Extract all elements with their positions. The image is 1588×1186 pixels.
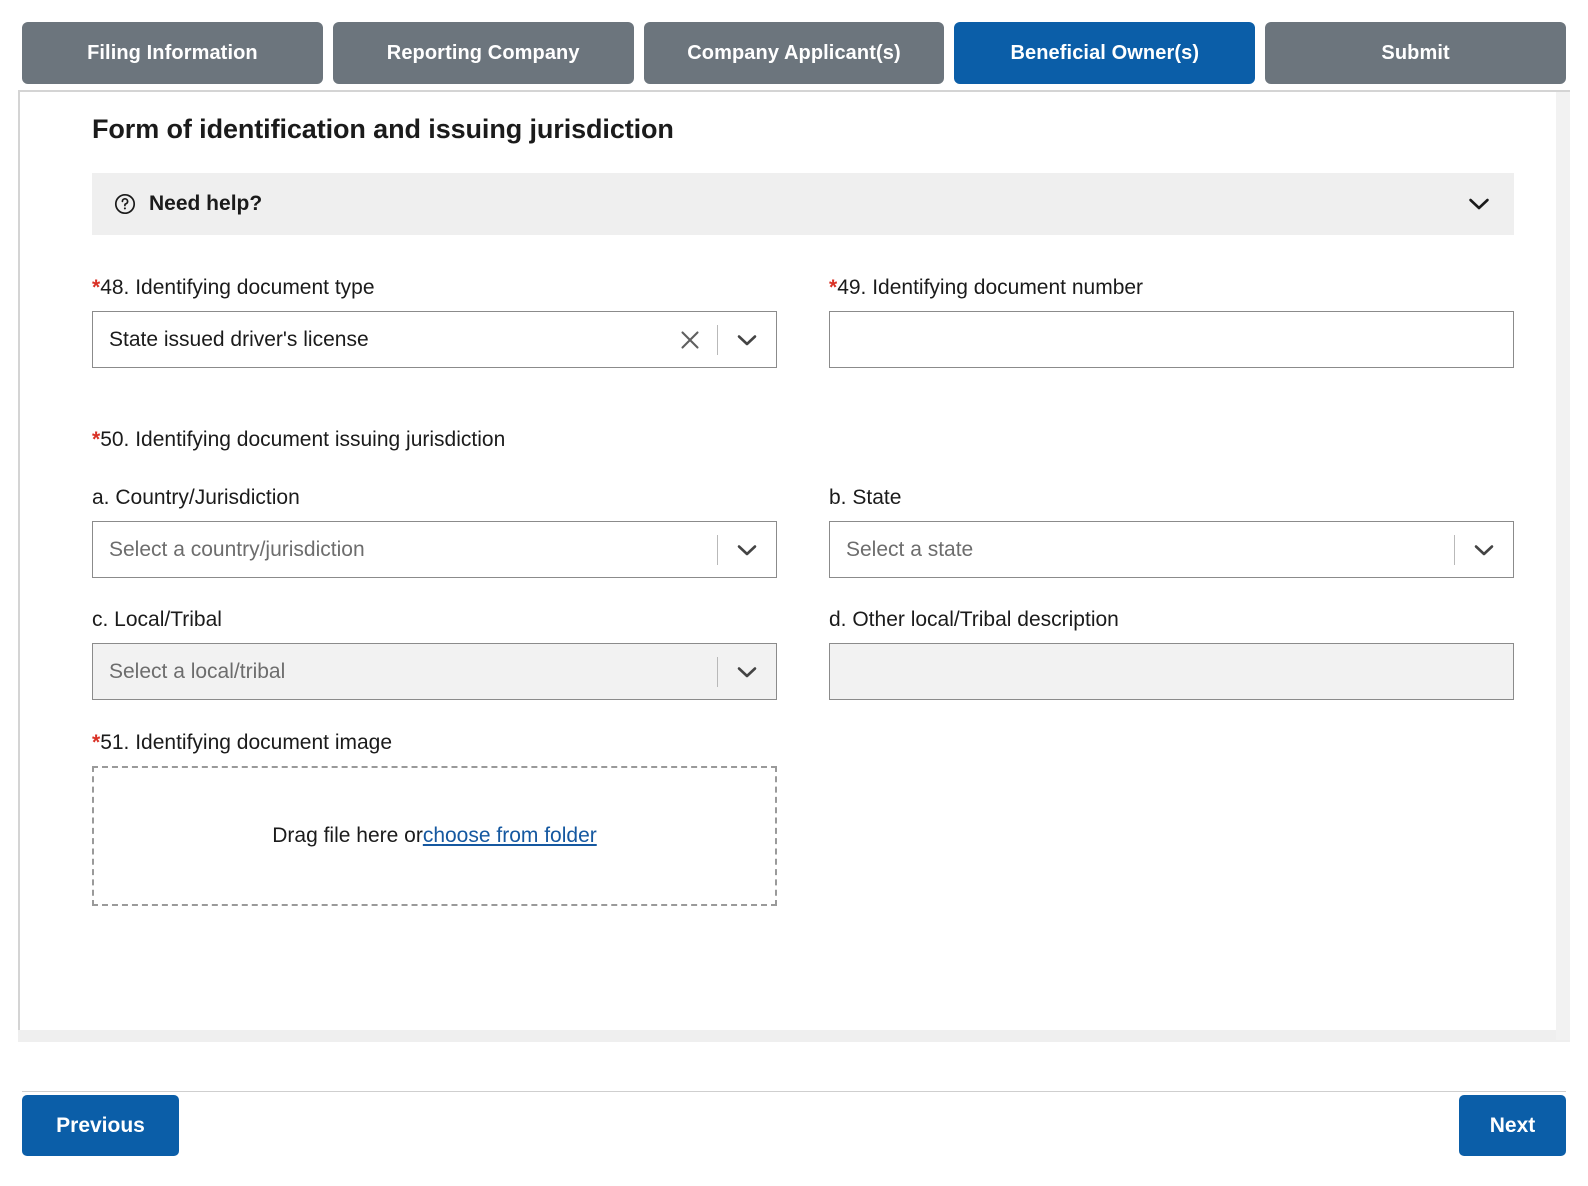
panel-bottom-strip xyxy=(18,1030,1570,1042)
field-country: a. Country/Jurisdiction Select a country… xyxy=(92,486,777,579)
need-help-label: Need help? xyxy=(149,192,263,215)
required-asterisk: * xyxy=(829,276,838,299)
field-doc-image: *51. Identifying document image Drag fil… xyxy=(92,730,777,907)
field-doc-number: *49. Identifying document number xyxy=(829,275,1514,369)
file-dropzone[interactable]: Drag file here or choose from folder xyxy=(92,766,777,907)
required-asterisk: * xyxy=(92,276,101,299)
doc-type-select[interactable]: State issued driver's license xyxy=(92,311,777,369)
previous-button[interactable]: Previous xyxy=(22,1095,179,1156)
doc-type-value: State issued driver's license xyxy=(109,327,369,351)
chevron-down-icon[interactable] xyxy=(1455,543,1513,557)
state-label: b. State xyxy=(829,486,902,510)
chevron-down-icon[interactable] xyxy=(718,543,776,557)
doc-number-label-text: 49. Identifying document number xyxy=(837,276,1144,299)
doc-number-label: *49. Identifying document number xyxy=(829,275,1514,300)
local-tribal-label: c. Local/Tribal xyxy=(92,608,222,632)
form-panel: Form of identification and issuing juris… xyxy=(18,90,1570,1040)
row-doc-image: *51. Identifying document image Drag fil… xyxy=(92,730,1514,907)
tab-filing-information[interactable]: Filing Information xyxy=(22,22,323,84)
doc-image-label-text: 51. Identifying document image xyxy=(100,731,393,755)
field-state: b. State Select a state xyxy=(829,486,1514,579)
chevron-down-icon[interactable] xyxy=(1468,197,1490,211)
wizard-tab-bar: Filing Information Reporting Company Com… xyxy=(0,0,1588,88)
doc-number-input[interactable] xyxy=(829,311,1514,369)
field-other-local-tribal: d. Other local/Tribal description xyxy=(829,608,1514,701)
other-local-tribal-label: d. Other local/Tribal description xyxy=(829,608,1119,632)
footer-divider xyxy=(22,1091,1566,1092)
page-title: Form of identification and issuing juris… xyxy=(92,114,674,144)
tab-submit[interactable]: Submit xyxy=(1265,22,1566,84)
next-button[interactable]: Next xyxy=(1459,1095,1566,1156)
choose-from-folder-link[interactable]: choose from folder xyxy=(423,824,597,848)
doc-type-label: *48. Identifying document type xyxy=(92,275,777,300)
required-asterisk: * xyxy=(92,731,101,755)
doc-image-label: *51. Identifying document image xyxy=(92,730,777,755)
doc-type-label-text: 48. Identifying document type xyxy=(100,276,375,299)
tab-reporting-company[interactable]: Reporting Company xyxy=(332,22,634,84)
dropzone-text: Drag file here or xyxy=(272,824,423,848)
vertical-scrollbar[interactable] xyxy=(1556,92,1570,1040)
required-asterisk: * xyxy=(92,428,101,452)
question-circle-icon xyxy=(114,193,136,215)
state-placeholder: Select a state xyxy=(846,537,974,561)
local-tribal-select[interactable]: Select a local/tribal xyxy=(92,643,777,701)
row-country-state: a. Country/Jurisdiction Select a country… xyxy=(92,486,1514,608)
state-select[interactable]: Select a state xyxy=(829,521,1514,579)
country-select[interactable]: Select a country/jurisdiction xyxy=(92,521,777,579)
country-placeholder: Select a country/jurisdiction xyxy=(109,537,365,561)
page-root: Filing Information Reporting Company Com… xyxy=(0,0,1588,1186)
tab-company-applicants[interactable]: Company Applicant(s) xyxy=(643,22,945,84)
chevron-down-icon[interactable] xyxy=(718,665,776,679)
row-local-tribal: c. Local/Tribal Select a local/tribal d.… xyxy=(92,608,1514,730)
field-doc-type: *48. Identifying document type State iss… xyxy=(92,275,777,369)
form-panel-content: Form of identification and issuing juris… xyxy=(38,92,1550,1037)
jurisdiction-group-label: *50. Identifying document issuing jurisd… xyxy=(92,428,1514,452)
field-local-tribal: c. Local/Tribal Select a local/tribal xyxy=(92,608,777,701)
other-local-tribal-input[interactable] xyxy=(829,643,1514,701)
close-x-icon[interactable] xyxy=(675,325,705,355)
jurisdiction-group-label-text: 50. Identifying document issuing jurisdi… xyxy=(100,428,506,452)
need-help-accordion[interactable]: Need help? xyxy=(92,173,1514,235)
tab-beneficial-owners[interactable]: Beneficial Owner(s) xyxy=(954,22,1256,84)
local-tribal-placeholder: Select a local/tribal xyxy=(109,659,286,683)
country-label: a. Country/Jurisdiction xyxy=(92,486,300,510)
chevron-down-icon[interactable] xyxy=(718,333,776,347)
row-doc-type-number: *48. Identifying document type State iss… xyxy=(92,275,1514,398)
